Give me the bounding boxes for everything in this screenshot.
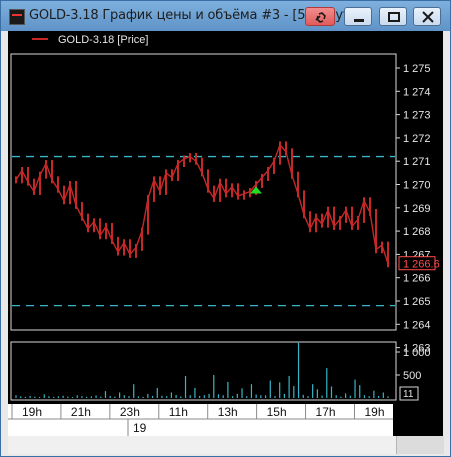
resize-grip[interactable] [396,436,444,454]
status-strip [8,436,443,454]
date-label: 19 [133,421,147,435]
price-tick-label: 1 272 [403,133,431,145]
close-button[interactable] [413,7,441,26]
price-tick-label: 1 273 [403,110,431,122]
maximize-button[interactable] [379,7,407,26]
chart-window: GOLD-3.18 График цены и объёма #3 - [5 м… [0,0,451,457]
time-label: 19h [364,405,384,419]
time-label: 11h [169,405,188,419]
price-tick-label: 1 274 [403,86,431,98]
minimize-icon [354,19,364,22]
title-bar[interactable]: GOLD-3.18 График цены и объёма #3 - [5 м… [1,1,450,31]
legend-label: GOLD-3.18 [Price] [58,34,148,46]
time-label: 23h [120,405,140,419]
close-icon [422,11,434,23]
maximize-icon [388,12,400,22]
time-label: 13h [218,405,238,419]
link-icon [315,12,326,23]
volume-tick-label: 1 000 [403,347,431,359]
price-tick-label: 1 271 [403,156,431,168]
current-price-label: 1 266.6 [403,259,440,271]
price-tick-label: 1 270 [403,180,431,192]
link-button[interactable] [305,7,335,26]
price-tick-label: 1 264 [403,319,431,331]
price-tick-label: 1 269 [403,203,431,215]
chart-area[interactable]: GOLD-3.18 [Price] 1 275 1 274 1 273 1 272 1 … [8,31,443,436]
chart-app-icon [9,9,25,25]
minimize-button[interactable] [344,7,372,26]
time-label: 19h [22,405,42,419]
chart-canvas[interactable]: GOLD-3.18 [Price] 1 275 1 274 1 273 1 272 1 … [8,31,443,436]
volume-marker: 11 [403,389,414,400]
price-tick-label: 1 275 [403,63,431,75]
volume-tick-label: 500 [403,370,421,382]
price-tick-label: 1 268 [403,226,431,238]
price-tick-label: 1 266 [403,273,431,285]
price-tick-label: 1 265 [403,296,431,308]
time-label: 15h [267,405,287,419]
time-label: 21h [71,405,91,419]
time-label: 17h [316,405,336,419]
